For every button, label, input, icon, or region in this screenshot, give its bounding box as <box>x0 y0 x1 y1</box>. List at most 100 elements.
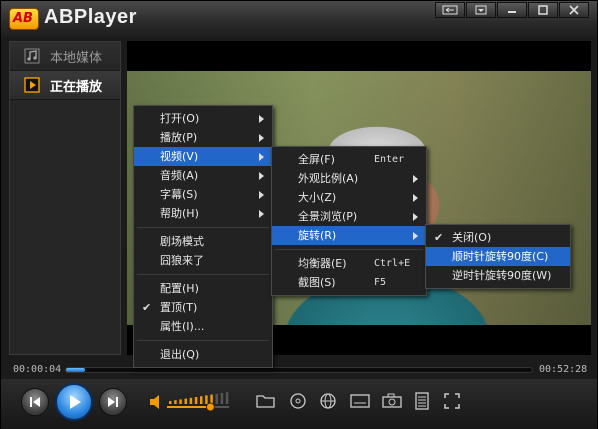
menu-button[interactable] <box>466 2 496 18</box>
maximize-icon <box>538 5 548 15</box>
menu-item-always-on-top[interactable]: ✔ 置顶(T) <box>134 298 272 317</box>
menu-item-label: 字幕(S) <box>160 188 198 201</box>
menu-item-label: 逆时针旋转90度(W) <box>452 269 552 282</box>
folder-icon <box>256 395 275 408</box>
menu-item-video[interactable]: 视频(V) <box>134 147 272 166</box>
subtitle-icon <box>350 394 370 408</box>
menu-item-rotate-off[interactable]: ✔ 关闭(O) <box>426 228 570 247</box>
menu-item-theater-mode[interactable]: 剧场模式 <box>134 232 272 251</box>
menu-item-exit[interactable]: 退出(Q) <box>134 345 272 364</box>
fullscreen-icon <box>444 393 460 409</box>
close-button[interactable] <box>559 2 589 18</box>
mini-mode-icon <box>442 5 458 15</box>
open-file-button[interactable] <box>255 391 277 411</box>
context-menu-main: 打开(O) 播放(P) 视频(V) 音频(A) 字幕(S) 帮助(H) 剧场模式… <box>133 105 273 368</box>
sidebar-item-now-playing[interactable]: 正在播放 <box>10 71 120 100</box>
volume-level-bar <box>174 400 177 404</box>
control-bar <box>1 379 597 429</box>
globe-icon <box>320 393 336 409</box>
playlist-icon <box>415 392 429 410</box>
context-menu-rotate: ✔ 关闭(O) 顺时针旋转90度(C) 逆时针旋转90度(W) <box>425 224 571 289</box>
menu-item-label: 囧狼来了 <box>160 254 204 267</box>
menu-item-rotate-clockwise[interactable]: 顺时针旋转90度(C) <box>426 247 570 266</box>
fullscreen-button[interactable] <box>441 391 463 411</box>
menu-item-label: 帮助(H) <box>160 207 199 220</box>
menu-item-label: 外观比例(A) <box>298 172 359 185</box>
menu-item-label: 旋转(R) <box>298 229 337 242</box>
volume-level-bar <box>179 399 182 404</box>
menu-item-wolf-coming[interactable]: 囧狼来了 <box>134 251 272 270</box>
open-url-button[interactable] <box>317 391 339 411</box>
volume-level-bar <box>169 401 172 404</box>
seek-bar-fill <box>66 368 85 372</box>
play-button[interactable] <box>55 383 93 421</box>
app-title: ABPlayer <box>44 6 137 28</box>
volume-slider[interactable] <box>167 390 231 412</box>
menu-item-label: 打开(O) <box>160 112 200 125</box>
menu-item-rotate[interactable]: 旋转(R) <box>272 226 426 245</box>
volume-level-bar <box>189 397 193 404</box>
logo-text: AB <box>13 11 33 26</box>
open-disc-button[interactable] <box>287 391 309 411</box>
menu-item-subtitle[interactable]: 字幕(S) <box>134 185 272 204</box>
volume-level-bar <box>184 398 187 404</box>
menu-item-play[interactable]: 播放(P) <box>134 128 272 147</box>
shortcut-label: F5 <box>374 277 387 288</box>
sidebar-item-local-media[interactable]: 本地媒体 <box>10 42 120 71</box>
mini-mode-button[interactable] <box>435 2 465 18</box>
minimize-icon <box>508 11 516 13</box>
close-icon <box>569 5 579 15</box>
menu-item-help[interactable]: 帮助(H) <box>134 204 272 223</box>
menu-item-properties[interactable]: 属性(I)... <box>134 317 272 336</box>
menu-item-screenshot[interactable]: 截图(S) F5 <box>272 273 426 292</box>
dropdown-icon <box>475 5 487 15</box>
shortcut-label: Enter <box>374 154 405 165</box>
menu-item-label: 配置(H) <box>160 282 199 295</box>
menu-item-label: 顺时针旋转90度(C) <box>452 250 549 263</box>
player-window: AB ABPlayer 本地媒体 正在播放 00:00:04 00:52:28 … <box>0 0 598 429</box>
volume-level-bar <box>225 392 229 404</box>
volume-icon[interactable] <box>149 394 163 410</box>
menu-item-equalizer[interactable]: 均衡器(E) Ctrl+E <box>272 254 426 273</box>
menu-item-settings[interactable]: 配置(H) <box>134 279 272 298</box>
submenu-arrow-icon <box>413 175 418 183</box>
menu-item-label: 均衡器(E) <box>298 257 347 270</box>
playlist-button[interactable] <box>411 391 433 411</box>
menu-item-aspect-ratio[interactable]: 外观比例(A) <box>272 169 426 188</box>
camera-icon <box>382 393 402 408</box>
menu-item-label: 关闭(O) <box>452 231 492 244</box>
menu-item-label: 播放(P) <box>160 131 198 144</box>
menu-item-label: 大小(Z) <box>298 191 337 204</box>
menu-item-fullscreen[interactable]: 全屏(F) Enter <box>272 150 426 169</box>
next-button[interactable] <box>99 388 127 416</box>
volume-level-bar <box>205 395 208 404</box>
submenu-arrow-icon <box>259 153 264 161</box>
submenu-arrow-icon <box>413 213 418 221</box>
menu-item-rotate-counterclockwise[interactable]: 逆时针旋转90度(W) <box>426 266 570 285</box>
menu-item-panorama[interactable]: 全景浏览(P) <box>272 207 426 226</box>
menu-item-open[interactable]: 打开(O) <box>134 109 272 128</box>
maximize-button[interactable] <box>528 2 558 18</box>
shortcut-label: Ctrl+E <box>374 258 411 269</box>
menu-separator <box>137 274 269 275</box>
menu-item-label: 退出(Q) <box>160 348 200 361</box>
context-menu-video: 全屏(F) Enter 外观比例(A) 大小(Z) 全景浏览(P) 旋转(R) 均… <box>271 146 427 296</box>
subtitle-button[interactable] <box>349 391 371 411</box>
menu-separator <box>137 227 269 228</box>
menu-item-audio[interactable]: 音频(A) <box>134 166 272 185</box>
submenu-arrow-icon <box>259 115 264 123</box>
sidebar-item-label: 本地媒体 <box>50 50 103 66</box>
submenu-arrow-icon <box>259 172 264 180</box>
total-time: 00:52:28 <box>539 364 588 375</box>
menu-item-label: 属性(I)... <box>160 320 205 333</box>
menu-item-size[interactable]: 大小(Z) <box>272 188 426 207</box>
title-bar[interactable]: AB ABPlayer <box>1 1 597 37</box>
checkmark-icon: ✔ <box>434 231 444 244</box>
menu-item-label: 截图(S) <box>298 276 336 289</box>
snapshot-button[interactable] <box>381 391 403 411</box>
minimize-button[interactable] <box>497 2 527 18</box>
sidebar: 本地媒体 正在播放 <box>9 41 121 355</box>
menu-item-label: 置顶(T) <box>160 301 198 314</box>
checkmark-icon: ✔ <box>142 301 152 314</box>
previous-button[interactable] <box>21 388 49 416</box>
